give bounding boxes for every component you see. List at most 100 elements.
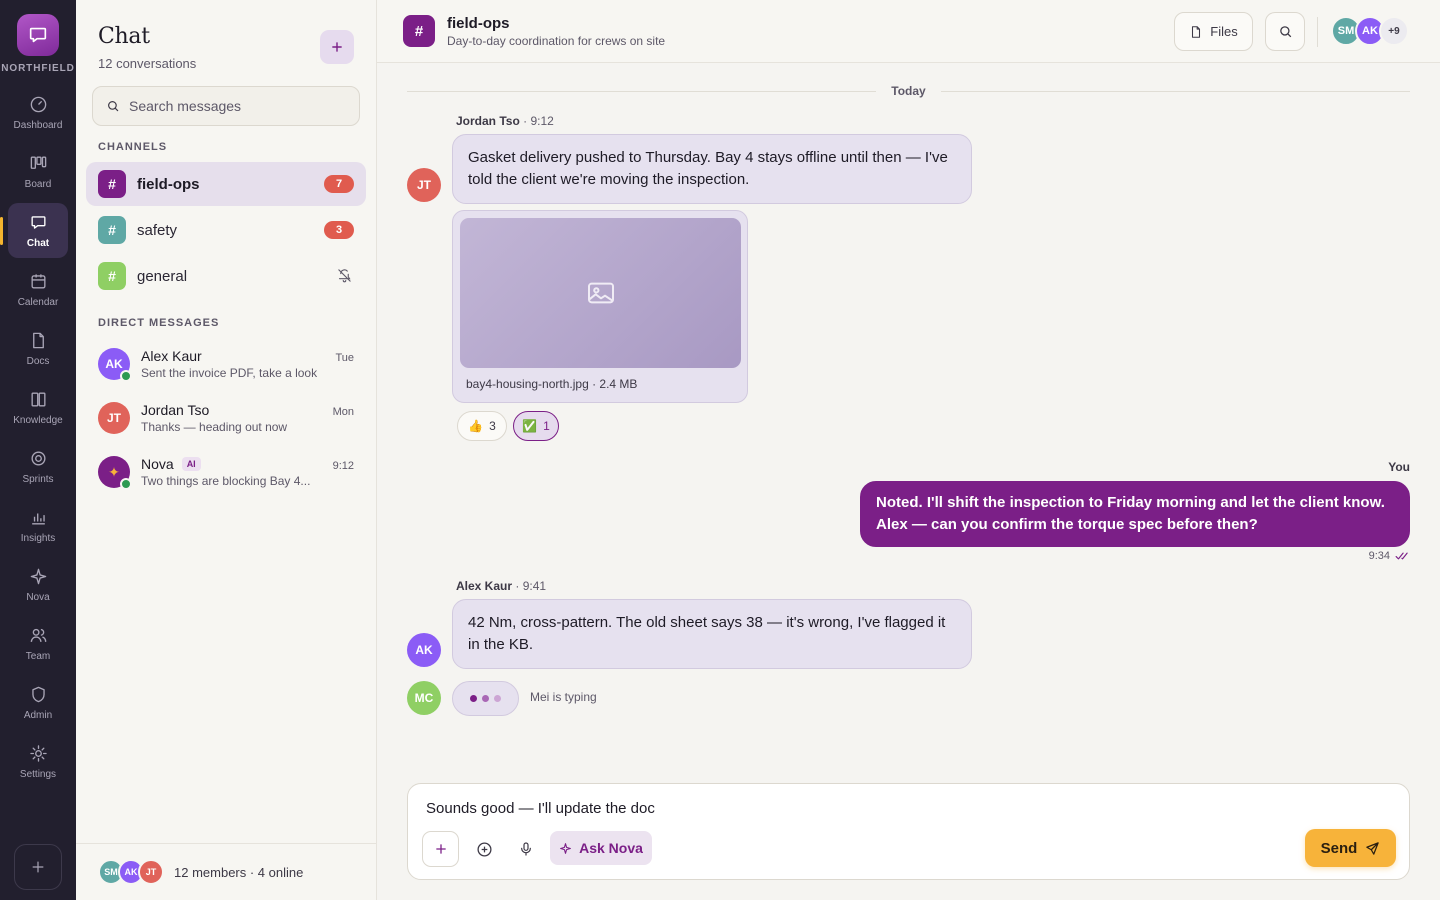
rail-item-chat[interactable]: Chat [0, 203, 68, 258]
day-separator: Today [407, 82, 1411, 100]
ask-nova-label: Ask Nova [579, 840, 643, 856]
chat-main: # field-ops Day-to-day coordination for … [377, 0, 1440, 900]
own-message-bubble: Noted. I'll shift the inspection to Frid… [860, 481, 1410, 547]
app-rail: NORTHFIELD Dashboard Board Chat Calendar… [0, 0, 76, 900]
rail-item-team[interactable]: Team [8, 616, 68, 671]
message-bubble: 42 Nm, cross-pattern. The old sheet says… [452, 599, 972, 669]
rail-item-calendar[interactable]: Calendar [8, 262, 68, 317]
sprints-icon [28, 449, 48, 469]
channel-item-safety[interactable]: # safety 3 [86, 208, 366, 252]
search-input[interactable] [129, 98, 349, 114]
chat-icon [28, 213, 48, 233]
message-time: 9:34 [1368, 550, 1390, 562]
rail-item-knowledge[interactable]: Knowledge [8, 380, 68, 435]
emoji-button[interactable] [474, 839, 494, 859]
channels-heading: CHANNELS [98, 141, 168, 153]
members-summary[interactable]: SM AK JT 12 members · 4 online [76, 843, 376, 900]
send-label: Send [1320, 839, 1358, 857]
rail-item-dashboard[interactable]: Dashboard [8, 85, 68, 140]
plus-icon [332, 42, 342, 52]
team-icon [28, 626, 48, 646]
reaction-count: 3 [489, 419, 496, 433]
ask-nova-button[interactable]: Ask Nova [550, 831, 652, 865]
muted-bell-icon[interactable] [337, 268, 352, 288]
rail-item-sprints[interactable]: Sprints [8, 439, 68, 494]
rail-item-label: Nova [26, 591, 50, 603]
sparkle-icon [28, 567, 48, 587]
rail-item-label: Knowledge [13, 414, 63, 426]
search-icon [1279, 26, 1291, 38]
message-bubble: Gasket delivery pushed to Thursday. Bay … [452, 134, 972, 204]
double-check-icon [1395, 552, 1408, 560]
message-composer: Sounds good — I'll update the doc Ask No… [407, 783, 1410, 880]
divider [1317, 17, 1318, 47]
rail-item-settings[interactable]: Settings [8, 734, 68, 789]
rail-item-label: Settings [19, 768, 57, 780]
add-attachment-button[interactable] [422, 831, 459, 867]
shield-icon [28, 685, 48, 705]
image-thumbnail [460, 218, 741, 368]
rail-item-label: Docs [26, 355, 50, 367]
dm-preview: Thanks — heading out now [141, 420, 288, 434]
rail-item-docs[interactable]: Docs [8, 321, 68, 376]
hash-icon: # [98, 262, 126, 290]
members-count: 12 members · 4 online [174, 864, 304, 880]
rail-item-nova[interactable]: Nova [8, 557, 68, 612]
message-meta: Jordan Tso · 9:12 [456, 114, 554, 128]
search-button[interactable] [1265, 12, 1305, 51]
image-attachment[interactable]: bay4-housing-north.jpg · 2.4 MB [452, 210, 748, 403]
board-icon [28, 154, 48, 174]
day-label: Today [891, 84, 926, 98]
dm-time: Mon [332, 406, 354, 418]
rail-item-label: Chat [26, 237, 50, 249]
typing-text: Mei is typing [530, 690, 597, 704]
more-members-count: +9 [1379, 16, 1409, 46]
dm-time: 9:12 [332, 460, 354, 472]
sparkle-icon: ✦ [108, 463, 120, 480]
avatar-initials: JT [106, 411, 121, 425]
hash-icon: # [98, 170, 126, 198]
rail-item-board[interactable]: Board [8, 144, 68, 199]
check-icon: ✅ [522, 419, 538, 433]
dm-item-nova[interactable]: ✦ Nova AI Two things are blocking Bay 4.… [86, 446, 366, 498]
files-label: Files [1210, 24, 1238, 39]
rail-item-label: Dashboard [13, 119, 63, 131]
reaction-thumbs-up[interactable]: 👍 3 [457, 411, 507, 441]
attachment-caption: bay4-housing-north.jpg · 2.4 MB [466, 377, 638, 391]
dm-preview: Sent the invoice PDF, take a look [141, 366, 318, 380]
sparkle-icon [560, 842, 572, 854]
send-button[interactable]: Send [1305, 829, 1396, 867]
channel-item-general[interactable]: # general [86, 254, 366, 298]
channel-item-field-ops[interactable]: # field-ops 7 [86, 162, 366, 206]
channel-description: Day-to-day coordination for crews on sit… [447, 34, 666, 48]
files-button[interactable]: Files [1174, 12, 1253, 51]
add-workspace-button[interactable] [14, 844, 62, 890]
avatar-initials: AK [105, 357, 123, 371]
ai-badge: AI [181, 457, 201, 471]
plus-icon [32, 861, 44, 873]
dm-item-jordan-tso[interactable]: JT Jordan Tso Thanks — heading out now M… [86, 392, 366, 444]
thumbs-up-icon: 👍 [468, 419, 484, 433]
avatar: MC [407, 681, 441, 715]
rail-item-label: Sprints [22, 473, 54, 485]
message-input[interactable]: Sounds good — I'll update the doc [426, 800, 655, 817]
channel-members[interactable]: SM AK +9 [1331, 16, 1409, 46]
dm-item-alex-kaur[interactable]: AK Alex Kaur Sent the invoice PDF, take … [86, 338, 366, 390]
voice-button[interactable] [516, 839, 536, 859]
message-time: 9:41 [522, 579, 547, 593]
message-status: 9:34 [1369, 550, 1410, 562]
new-conversation-button[interactable] [320, 30, 354, 64]
search-box[interactable] [92, 86, 360, 126]
avatar: ✦ [98, 456, 132, 490]
reaction-check[interactable]: ✅ 1 [513, 411, 559, 441]
direct-messages-heading: DIRECT MESSAGES [98, 317, 220, 329]
dm-time: Tue [335, 352, 354, 364]
reaction-count: 1 [543, 419, 550, 433]
rail-item-insights[interactable]: Insights [8, 498, 68, 553]
rail-item-admin[interactable]: Admin [8, 675, 68, 730]
app-logo[interactable] [17, 14, 59, 56]
add-circle-icon [476, 841, 492, 857]
dm-preview: Two things are blocking Bay 4... [141, 474, 311, 488]
hash-icon: # [98, 216, 126, 244]
online-indicator [120, 370, 132, 382]
